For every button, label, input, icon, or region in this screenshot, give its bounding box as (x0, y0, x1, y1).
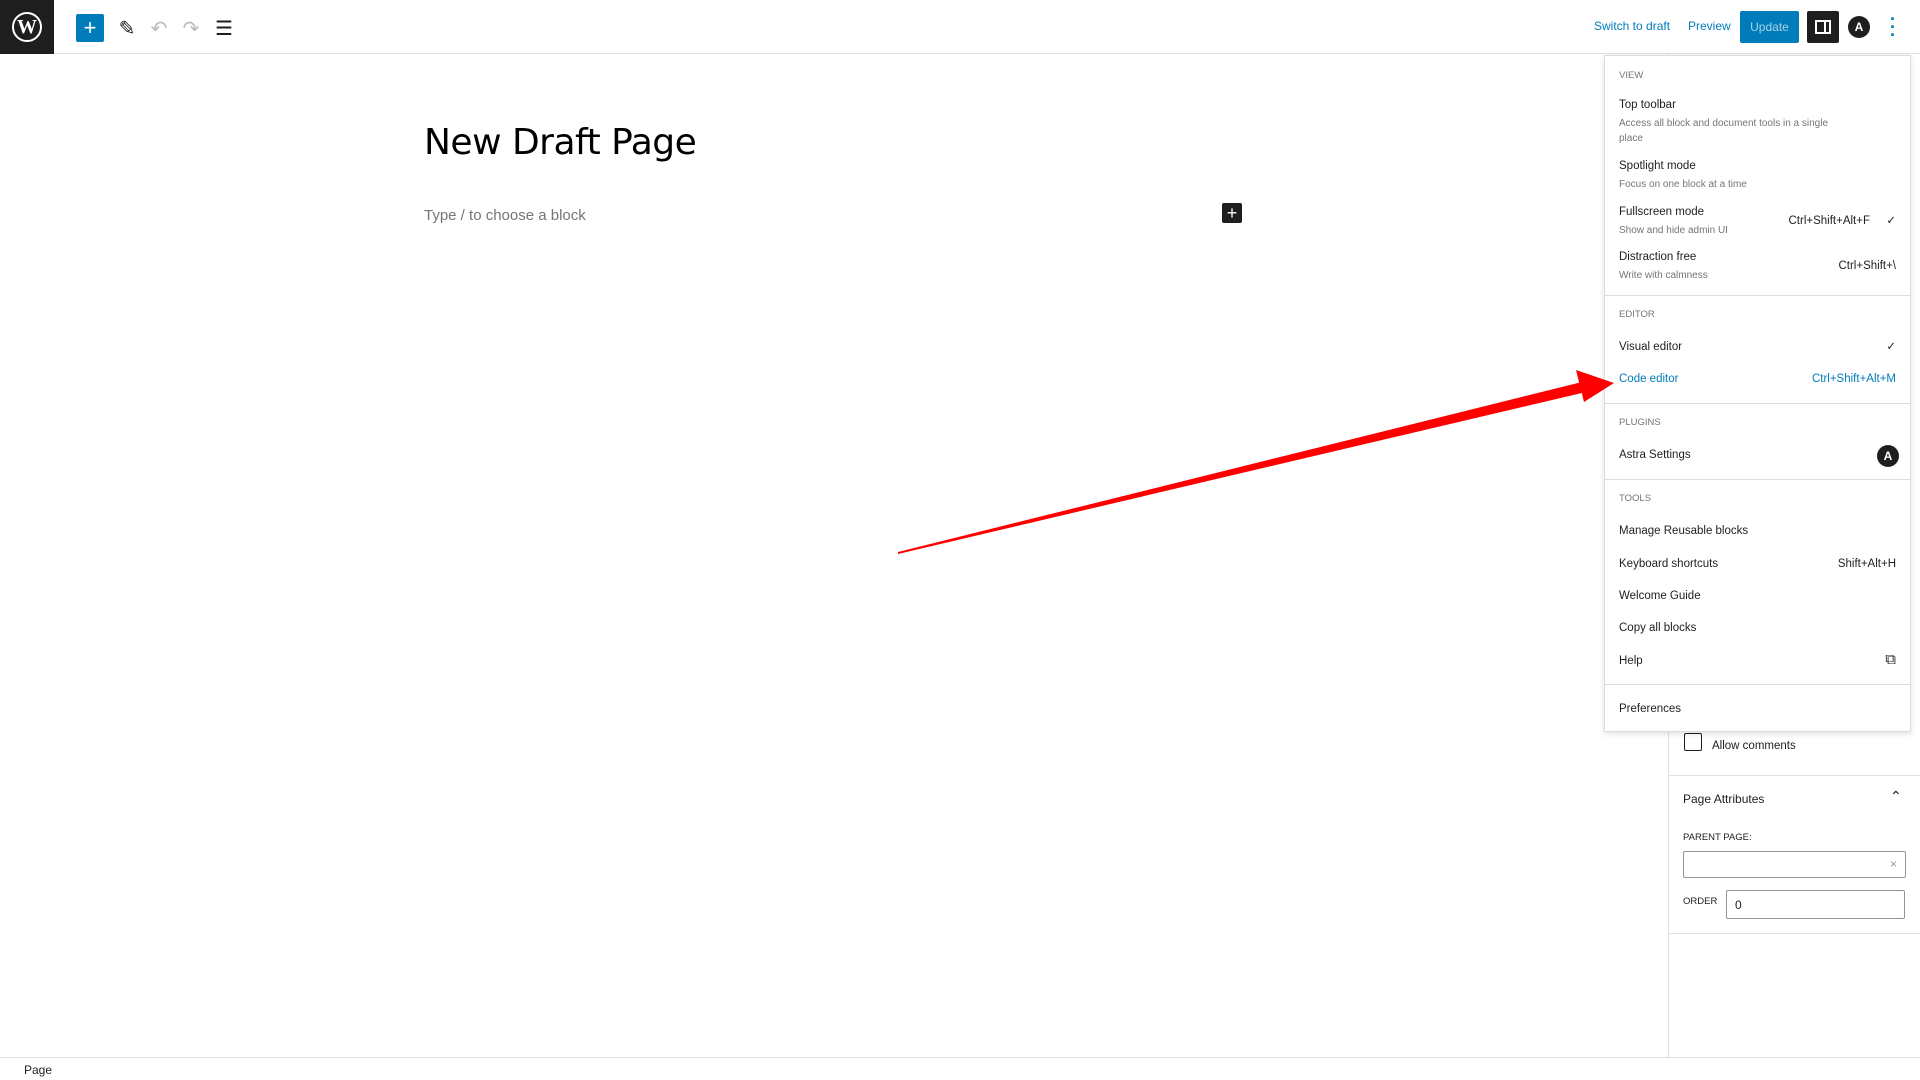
allow-comments-checkbox[interactable] (1684, 733, 1702, 751)
menu-item-copy-all-blocks[interactable]: Copy all blocks (1619, 622, 1696, 634)
menu-item-desc: Write with calmness (1619, 270, 1708, 281)
wordpress-logo-button[interactable]: W (0, 0, 54, 54)
breadcrumb-page[interactable]: Page (24, 1063, 52, 1077)
options-dropdown-menu: VIEW Top toolbar Access all block and do… (1604, 55, 1911, 732)
order-label: ORDER (1683, 896, 1718, 907)
menu-item-label: Code editor (1619, 373, 1679, 385)
chevron-up-icon[interactable]: ⌃ (1890, 788, 1902, 805)
undo-icon[interactable]: ↶ (145, 14, 173, 42)
menu-item-label: Top toolbar (1619, 99, 1676, 111)
menu-item-label: Astra Settings (1619, 449, 1691, 461)
clear-icon[interactable]: × (1890, 857, 1897, 871)
menu-item-desc: Access all block and document tools in a… (1619, 118, 1829, 144)
switch-to-draft-button[interactable]: Switch to draft (1594, 19, 1670, 33)
menu-item-manage-reusable-blocks[interactable]: Manage Reusable blocks (1619, 525, 1748, 537)
astra-icon[interactable]: A (1848, 16, 1870, 38)
wordpress-icon: W (12, 12, 42, 42)
page-title[interactable]: New Draft Page (424, 122, 697, 163)
menu-item-welcome-guide[interactable]: Welcome Guide (1619, 590, 1701, 602)
redo-icon[interactable]: ↷ (177, 14, 205, 42)
menu-item-preferences[interactable]: Preferences (1619, 703, 1681, 715)
menu-item-label: Spotlight mode (1619, 160, 1696, 172)
top-toolbar: W + ✎ ↶ ↷ ☰ Switch to draft Preview Upda… (0, 0, 1920, 54)
preview-button[interactable]: Preview (1688, 19, 1731, 33)
footer-breadcrumb: Page (0, 1057, 1920, 1080)
parent-page-input[interactable]: × (1683, 851, 1906, 878)
view-heading: VIEW (1619, 70, 1644, 81)
list-view-icon[interactable]: ☰ (210, 14, 238, 42)
options-menu-button[interactable]: · · · (1890, 10, 1896, 44)
menu-item-label: Visual editor (1619, 341, 1683, 353)
settings-toggle-button[interactable] (1807, 11, 1839, 43)
pencil-tools-icon[interactable]: ✎ (113, 14, 141, 42)
plugins-heading: PLUGINS (1619, 417, 1661, 428)
update-button[interactable]: Update (1740, 11, 1799, 43)
menu-item-desc: Focus on one block at a time (1619, 179, 1747, 190)
menu-item-shortcut: Shift+Alt+H (1837, 558, 1896, 570)
astra-icon: A (1877, 445, 1899, 467)
allow-comments-label: Allow comments (1712, 740, 1796, 752)
menu-item-shortcut: Ctrl+Shift+Alt+M (1811, 373, 1896, 385)
check-icon: ✓ (1886, 341, 1896, 353)
block-placeholder[interactable]: Type / to choose a block (424, 207, 586, 224)
tools-heading: TOOLS (1619, 493, 1652, 504)
menu-item-label: Distraction free (1619, 251, 1697, 263)
parent-page-label: PARENT PAGE: (1683, 832, 1752, 843)
menu-item-label: Fullscreen mode (1619, 206, 1705, 218)
sidebar-icon (1815, 20, 1831, 34)
order-input[interactable]: 0 (1726, 890, 1905, 919)
page-attributes-heading[interactable]: Page Attributes (1683, 792, 1764, 806)
check-icon: ✓ (1886, 215, 1896, 227)
editor-heading: EDITOR (1619, 309, 1655, 320)
add-block-inline-button[interactable]: + (1222, 203, 1242, 223)
menu-item-shortcut: Ctrl+Shift+\ (1838, 260, 1896, 272)
menu-item-keyboard-shortcuts[interactable]: Keyboard shortcuts (1619, 558, 1718, 570)
menu-item-help[interactable]: Help (1619, 655, 1643, 667)
menu-item-shortcut: Ctrl+Shift+Alt+F (1788, 215, 1871, 227)
add-block-button[interactable]: + (76, 14, 104, 42)
external-link-icon: ⧉ (1885, 651, 1896, 668)
